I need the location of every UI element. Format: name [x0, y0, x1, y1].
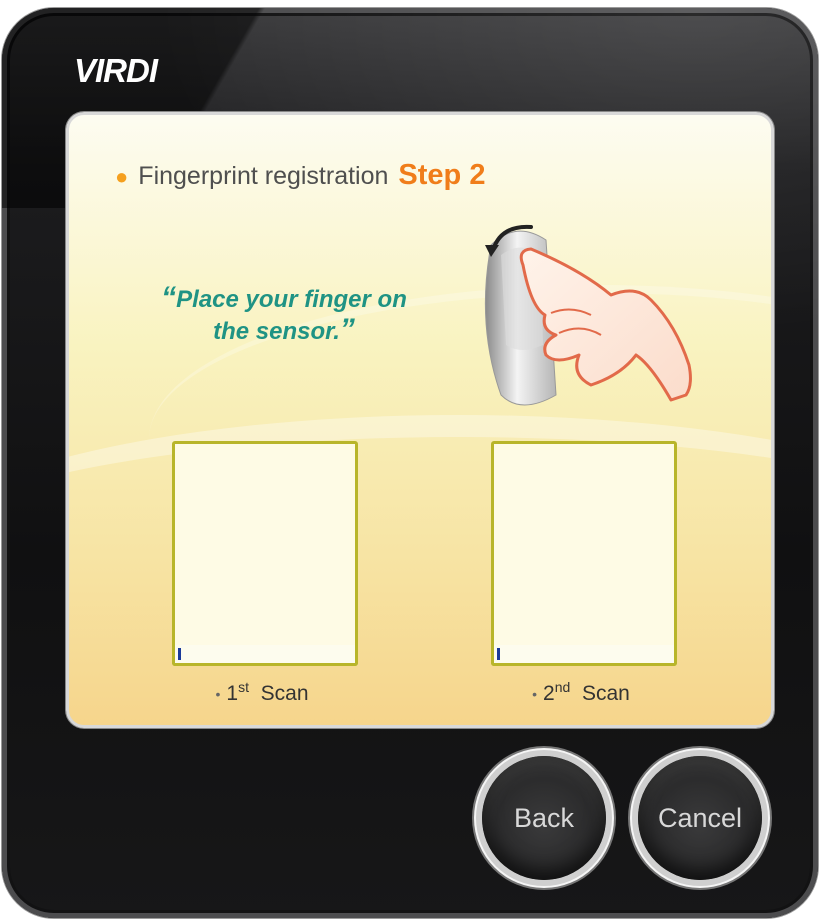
- cancel-button[interactable]: Cancel: [638, 756, 762, 880]
- scan-ordinal: nd: [554, 679, 571, 695]
- brand-logo: VIRDI: [74, 52, 158, 89]
- scan-preview-1: [172, 441, 358, 663]
- step-indicator: Step 2: [398, 159, 486, 191]
- scan-progress-1: [172, 645, 358, 666]
- scan-word: Scan: [260, 682, 309, 705]
- scan-preview-2: [491, 441, 677, 663]
- scan-number: 1: [226, 682, 239, 705]
- scan-progress-fill-2: [497, 648, 500, 660]
- bullet-icon: •: [532, 686, 538, 703]
- scan-progress-2: [491, 645, 677, 666]
- bullet-icon: ●: [115, 164, 129, 189]
- open-quote: “: [161, 281, 177, 314]
- scan-number: 2: [543, 682, 555, 705]
- scan-label-1: • 1st Scan: [167, 679, 357, 706]
- close-quote: ”: [339, 313, 355, 346]
- instruction-message: Place your finger on the sensor.: [176, 286, 407, 345]
- device-frame: VIRDI ● Fingerprint registration Step 2 “P…: [2, 8, 818, 918]
- instruction-text: “Place your finger on the sensor.”: [159, 283, 409, 347]
- back-button[interactable]: Back: [482, 756, 606, 880]
- finger-on-sensor-illustration: [484, 224, 692, 406]
- scan-ordinal: st: [238, 679, 249, 695]
- page-title: ● Fingerprint registration Step 2: [115, 159, 485, 192]
- scan-word: Scan: [581, 682, 630, 705]
- registration-label: Fingerprint registration: [138, 162, 389, 190]
- scan-label-2: • 2nd Scan: [486, 679, 676, 706]
- registration-screen: ● Fingerprint registration Step 2 “Place y…: [66, 112, 774, 728]
- bullet-icon: •: [215, 686, 221, 703]
- scan-progress-fill-1: [178, 648, 181, 660]
